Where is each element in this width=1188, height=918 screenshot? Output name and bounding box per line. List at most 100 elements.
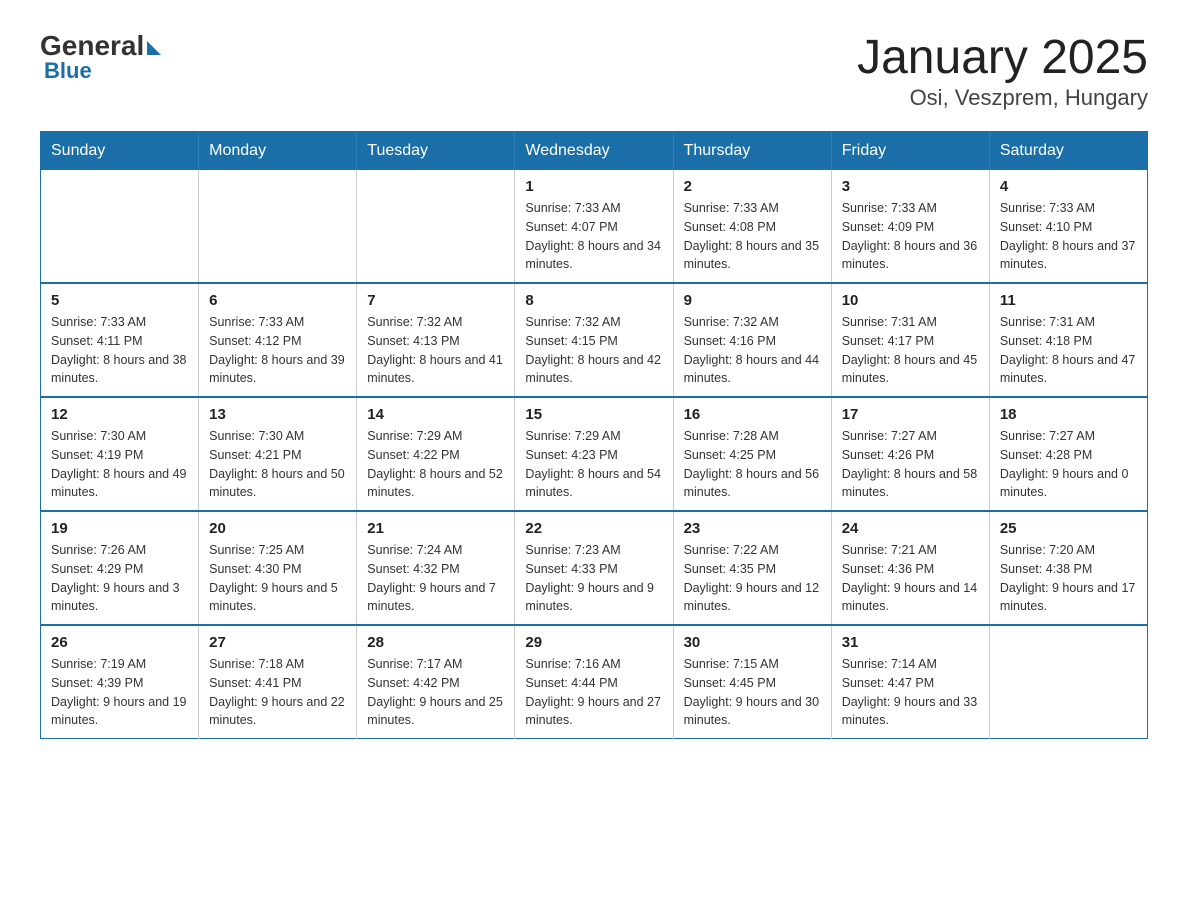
calendar-cell: 29 Sunrise: 7:16 AM Sunset: 4:44 PM Dayli… bbox=[515, 625, 673, 739]
calendar-cell: 21 Sunrise: 7:24 AM Sunset: 4:32 PM Dayli… bbox=[357, 511, 515, 625]
calendar-cell: 3 Sunrise: 7:33 AM Sunset: 4:09 PM Daylig… bbox=[831, 170, 989, 283]
calendar-cell: 15 Sunrise: 7:29 AM Sunset: 4:23 PM Dayli… bbox=[515, 397, 673, 511]
day-info: Sunrise: 7:31 AM Sunset: 4:17 PM Dayligh… bbox=[842, 313, 979, 388]
calendar-week-3: 12 Sunrise: 7:30 AM Sunset: 4:19 PM Dayli… bbox=[41, 397, 1148, 511]
calendar-cell: 16Sunrise: 7:28 AM Sunset: 4:25 PM Dayli… bbox=[673, 397, 831, 511]
calendar-cell: 13 Sunrise: 7:30 AM Sunset: 4:21 PM Dayli… bbox=[199, 397, 357, 511]
day-info: Sunrise: 7:31 AM Sunset: 4:18 PM Dayligh… bbox=[1000, 313, 1137, 388]
calendar-title: January 2025 bbox=[857, 30, 1148, 85]
header-day-monday: Monday bbox=[199, 132, 357, 171]
day-info: Sunrise: 7:18 AM Sunset: 4:41 PM Dayligh… bbox=[209, 655, 346, 730]
header-day-wednesday: Wednesday bbox=[515, 132, 673, 171]
logo-blue-text: Blue bbox=[44, 58, 92, 84]
calendar-cell: 6 Sunrise: 7:33 AM Sunset: 4:12 PM Daylig… bbox=[199, 283, 357, 397]
calendar-cell: 31 Sunrise: 7:14 AM Sunset: 4:47 PM Dayli… bbox=[831, 625, 989, 739]
calendar-week-4: 19 Sunrise: 7:26 AM Sunset: 4:29 PM Dayli… bbox=[41, 511, 1148, 625]
calendar-cell: 28Sunrise: 7:17 AM Sunset: 4:42 PM Dayli… bbox=[357, 625, 515, 739]
calendar-cell bbox=[199, 170, 357, 283]
day-number: 1 bbox=[525, 178, 662, 195]
day-info: Sunrise: 7:32 AM Sunset: 4:13 PM Dayligh… bbox=[367, 313, 504, 388]
day-info: Sunrise: 7:33 AM Sunset: 4:07 PM Dayligh… bbox=[525, 199, 662, 274]
day-number: 23 bbox=[684, 520, 821, 537]
day-info: Sunrise: 7:23 AM Sunset: 4:33 PM Dayligh… bbox=[525, 541, 662, 616]
day-number: 17 bbox=[842, 406, 979, 423]
calendar-cell: 23 Sunrise: 7:22 AM Sunset: 4:35 PM Dayli… bbox=[673, 511, 831, 625]
calendar-cell: 9Sunrise: 7:32 AM Sunset: 4:16 PM Daylig… bbox=[673, 283, 831, 397]
day-info: Sunrise: 7:33 AM Sunset: 4:09 PM Dayligh… bbox=[842, 199, 979, 274]
calendar-cell: 12 Sunrise: 7:30 AM Sunset: 4:19 PM Dayli… bbox=[41, 397, 199, 511]
day-number: 29 bbox=[525, 634, 662, 651]
day-info: Sunrise: 7:14 AM Sunset: 4:47 PM Dayligh… bbox=[842, 655, 979, 730]
day-number: 27 bbox=[209, 634, 346, 651]
calendar-week-5: 26 Sunrise: 7:19 AM Sunset: 4:39 PM Dayli… bbox=[41, 625, 1148, 739]
day-number: 30 bbox=[684, 634, 821, 651]
header-day-sunday: Sunday bbox=[41, 132, 199, 171]
day-number: 26 bbox=[51, 634, 188, 651]
day-number: 15 bbox=[525, 406, 662, 423]
header-day-friday: Friday bbox=[831, 132, 989, 171]
calendar-cell: 7Sunrise: 7:32 AM Sunset: 4:13 PM Daylig… bbox=[357, 283, 515, 397]
calendar-cell: 22 Sunrise: 7:23 AM Sunset: 4:33 PM Dayli… bbox=[515, 511, 673, 625]
day-info: Sunrise: 7:16 AM Sunset: 4:44 PM Dayligh… bbox=[525, 655, 662, 730]
calendar-week-1: 1 Sunrise: 7:33 AM Sunset: 4:07 PM Daylig… bbox=[41, 170, 1148, 283]
day-number: 9 bbox=[684, 292, 821, 309]
calendar-subtitle: Osi, Veszprem, Hungary bbox=[857, 85, 1148, 111]
day-info: Sunrise: 7:30 AM Sunset: 4:19 PM Dayligh… bbox=[51, 427, 188, 502]
day-number: 4 bbox=[1000, 178, 1137, 195]
logo: General Blue bbox=[40, 30, 161, 84]
calendar-cell bbox=[989, 625, 1147, 739]
day-info: Sunrise: 7:21 AM Sunset: 4:36 PM Dayligh… bbox=[842, 541, 979, 616]
day-number: 13 bbox=[209, 406, 346, 423]
calendar-cell: 14 Sunrise: 7:29 AM Sunset: 4:22 PM Dayli… bbox=[357, 397, 515, 511]
day-info: Sunrise: 7:32 AM Sunset: 4:15 PM Dayligh… bbox=[525, 313, 662, 388]
day-number: 19 bbox=[51, 520, 188, 537]
day-info: Sunrise: 7:19 AM Sunset: 4:39 PM Dayligh… bbox=[51, 655, 188, 730]
day-number: 20 bbox=[209, 520, 346, 537]
calendar-cell bbox=[357, 170, 515, 283]
day-number: 5 bbox=[51, 292, 188, 309]
header-day-saturday: Saturday bbox=[989, 132, 1147, 171]
day-number: 3 bbox=[842, 178, 979, 195]
calendar-cell: 1 Sunrise: 7:33 AM Sunset: 4:07 PM Daylig… bbox=[515, 170, 673, 283]
day-info: Sunrise: 7:22 AM Sunset: 4:35 PM Dayligh… bbox=[684, 541, 821, 616]
day-number: 6 bbox=[209, 292, 346, 309]
calendar-cell: 20 Sunrise: 7:25 AM Sunset: 4:30 PM Dayli… bbox=[199, 511, 357, 625]
day-number: 25 bbox=[1000, 520, 1137, 537]
day-number: 31 bbox=[842, 634, 979, 651]
day-number: 21 bbox=[367, 520, 504, 537]
day-number: 16 bbox=[684, 406, 821, 423]
day-info: Sunrise: 7:33 AM Sunset: 4:08 PM Dayligh… bbox=[684, 199, 821, 274]
header-row: SundayMondayTuesdayWednesdayThursdayFrid… bbox=[41, 132, 1148, 171]
day-number: 22 bbox=[525, 520, 662, 537]
day-info: Sunrise: 7:25 AM Sunset: 4:30 PM Dayligh… bbox=[209, 541, 346, 616]
calendar-cell: 8Sunrise: 7:32 AM Sunset: 4:15 PM Daylig… bbox=[515, 283, 673, 397]
calendar-cell: 30 Sunrise: 7:15 AM Sunset: 4:45 PM Dayli… bbox=[673, 625, 831, 739]
day-info: Sunrise: 7:29 AM Sunset: 4:22 PM Dayligh… bbox=[367, 427, 504, 502]
day-number: 12 bbox=[51, 406, 188, 423]
calendar-cell: 19 Sunrise: 7:26 AM Sunset: 4:29 PM Dayli… bbox=[41, 511, 199, 625]
calendar-cell: 17 Sunrise: 7:27 AM Sunset: 4:26 PM Dayli… bbox=[831, 397, 989, 511]
calendar-cell: 5Sunrise: 7:33 AM Sunset: 4:11 PM Daylig… bbox=[41, 283, 199, 397]
day-info: Sunrise: 7:15 AM Sunset: 4:45 PM Dayligh… bbox=[684, 655, 821, 730]
day-number: 11 bbox=[1000, 292, 1137, 309]
calendar-cell: 26 Sunrise: 7:19 AM Sunset: 4:39 PM Dayli… bbox=[41, 625, 199, 739]
day-number: 14 bbox=[367, 406, 504, 423]
calendar-cell: 24 Sunrise: 7:21 AM Sunset: 4:36 PM Dayli… bbox=[831, 511, 989, 625]
day-info: Sunrise: 7:30 AM Sunset: 4:21 PM Dayligh… bbox=[209, 427, 346, 502]
day-info: Sunrise: 7:29 AM Sunset: 4:23 PM Dayligh… bbox=[525, 427, 662, 502]
day-number: 28 bbox=[367, 634, 504, 651]
calendar-table: SundayMondayTuesdayWednesdayThursdayFrid… bbox=[40, 131, 1148, 739]
calendar-cell: 11 Sunrise: 7:31 AM Sunset: 4:18 PM Dayli… bbox=[989, 283, 1147, 397]
calendar-cell: 2Sunrise: 7:33 AM Sunset: 4:08 PM Daylig… bbox=[673, 170, 831, 283]
calendar-cell: 10Sunrise: 7:31 AM Sunset: 4:17 PM Dayli… bbox=[831, 283, 989, 397]
calendar-cell: 4Sunrise: 7:33 AM Sunset: 4:10 PM Daylig… bbox=[989, 170, 1147, 283]
calendar-cell: 25 Sunrise: 7:20 AM Sunset: 4:38 PM Dayli… bbox=[989, 511, 1147, 625]
day-info: Sunrise: 7:26 AM Sunset: 4:29 PM Dayligh… bbox=[51, 541, 188, 616]
day-info: Sunrise: 7:20 AM Sunset: 4:38 PM Dayligh… bbox=[1000, 541, 1137, 616]
header-day-thursday: Thursday bbox=[673, 132, 831, 171]
day-info: Sunrise: 7:27 AM Sunset: 4:26 PM Dayligh… bbox=[842, 427, 979, 502]
day-info: Sunrise: 7:27 AM Sunset: 4:28 PM Dayligh… bbox=[1000, 427, 1137, 502]
day-info: Sunrise: 7:24 AM Sunset: 4:32 PM Dayligh… bbox=[367, 541, 504, 616]
day-number: 24 bbox=[842, 520, 979, 537]
day-info: Sunrise: 7:33 AM Sunset: 4:12 PM Dayligh… bbox=[209, 313, 346, 388]
